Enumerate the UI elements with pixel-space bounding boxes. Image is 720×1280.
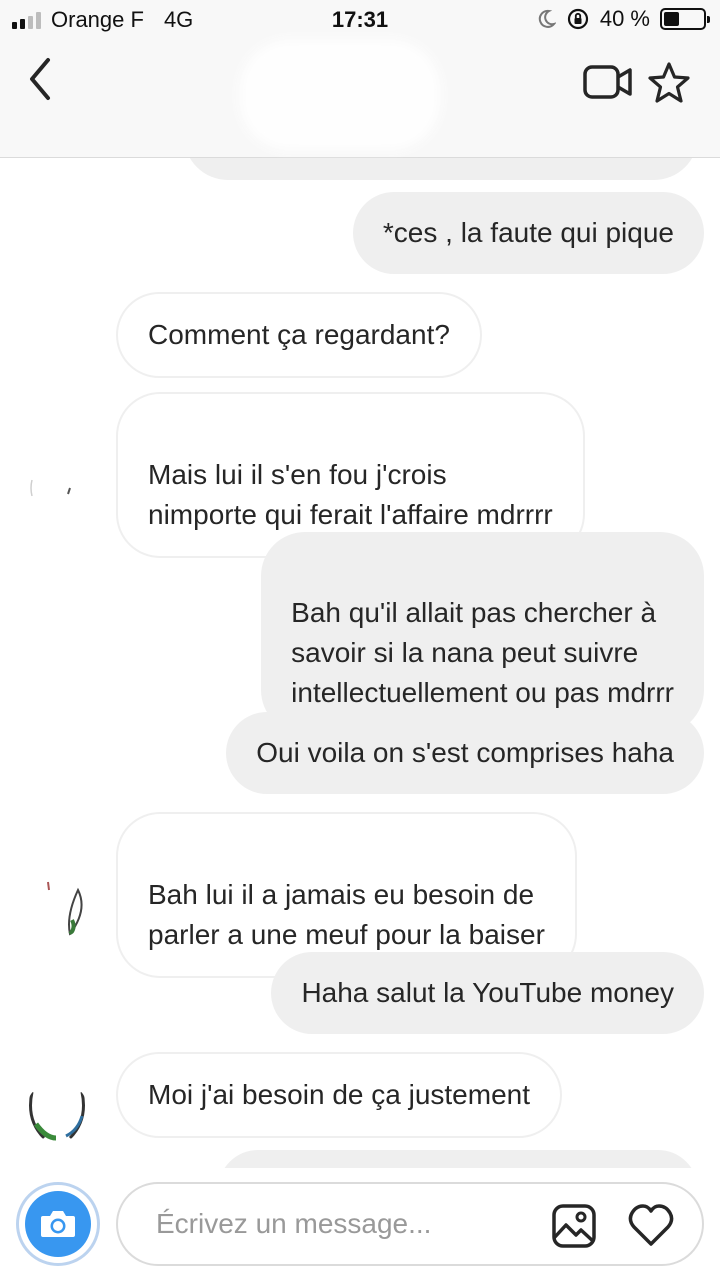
message-text: Oui voila on s'est comprises haha xyxy=(256,737,674,768)
avatar[interactable] xyxy=(26,876,88,938)
avatar[interactable] xyxy=(26,1080,88,1142)
video-camera-icon[interactable] xyxy=(582,62,634,102)
dm-screen: Orange F 4G 17:31 40 % *ces , la faute q… xyxy=(0,0,720,1280)
avatar-image xyxy=(30,479,71,497)
battery-fill xyxy=(664,12,679,26)
status-bar: Orange F 4G 17:31 40 % xyxy=(0,0,720,40)
message-input[interactable] xyxy=(156,1204,536,1244)
message-text: Bah lui il a jamais eu besoin de parler … xyxy=(148,879,545,950)
battery-icon xyxy=(660,8,710,30)
message-bubble-outgoing[interactable]: Bah qu'il allait pas chercher à savoir s… xyxy=(261,532,704,734)
chat-header xyxy=(0,40,720,158)
message-text: *ces , la faute qui pique xyxy=(382,217,674,248)
message-bubble-incoming[interactable]: Moi j'ai besoin de ça justement xyxy=(116,1052,562,1138)
message-bubble-outgoing[interactable]: *ces , la faute qui pique xyxy=(352,192,704,274)
message-text: Haha salut la YouTube money xyxy=(301,977,674,1008)
message-bubble-outgoing[interactable]: Haha salut la YouTube money xyxy=(271,952,704,1034)
camera-icon xyxy=(41,1211,75,1237)
heart-icon[interactable] xyxy=(626,1202,676,1248)
battery-percentage: 40 % xyxy=(599,6,650,31)
partial-message-bubble xyxy=(218,1150,698,1168)
chevron-left-icon[interactable] xyxy=(20,54,60,104)
message-text: Mais lui il s'en fou j'crois nimporte qu… xyxy=(148,459,553,530)
redacted-contact-name xyxy=(240,40,440,150)
avatar[interactable] xyxy=(26,458,88,520)
message-thread[interactable]: *ces , la faute qui pique Comment ça reg… xyxy=(0,158,720,1168)
orientation-lock-icon xyxy=(567,8,588,30)
star-icon[interactable] xyxy=(646,60,692,106)
message-text: Comment ça regardant? xyxy=(148,319,450,350)
avatar-image xyxy=(29,1091,85,1141)
message-bubble-incoming[interactable]: Comment ça regardant? xyxy=(116,292,482,378)
camera-icon-background xyxy=(25,1191,91,1257)
status-indicators: 40 % xyxy=(536,6,710,32)
message-text: Moi j'ai besoin de ça justement xyxy=(148,1079,530,1110)
message-composer xyxy=(0,1168,720,1280)
message-text: Bah qu'il allait pas chercher à savoir s… xyxy=(291,597,674,708)
avatar-image xyxy=(47,881,83,937)
message-bubble-outgoing[interactable]: Oui voila on s'est comprises haha xyxy=(226,712,704,794)
message-input-container[interactable] xyxy=(116,1182,704,1266)
camera-button[interactable] xyxy=(16,1182,100,1266)
gallery-icon[interactable] xyxy=(550,1202,598,1250)
moon-icon xyxy=(538,9,556,28)
partial-message-bubble xyxy=(184,158,698,180)
